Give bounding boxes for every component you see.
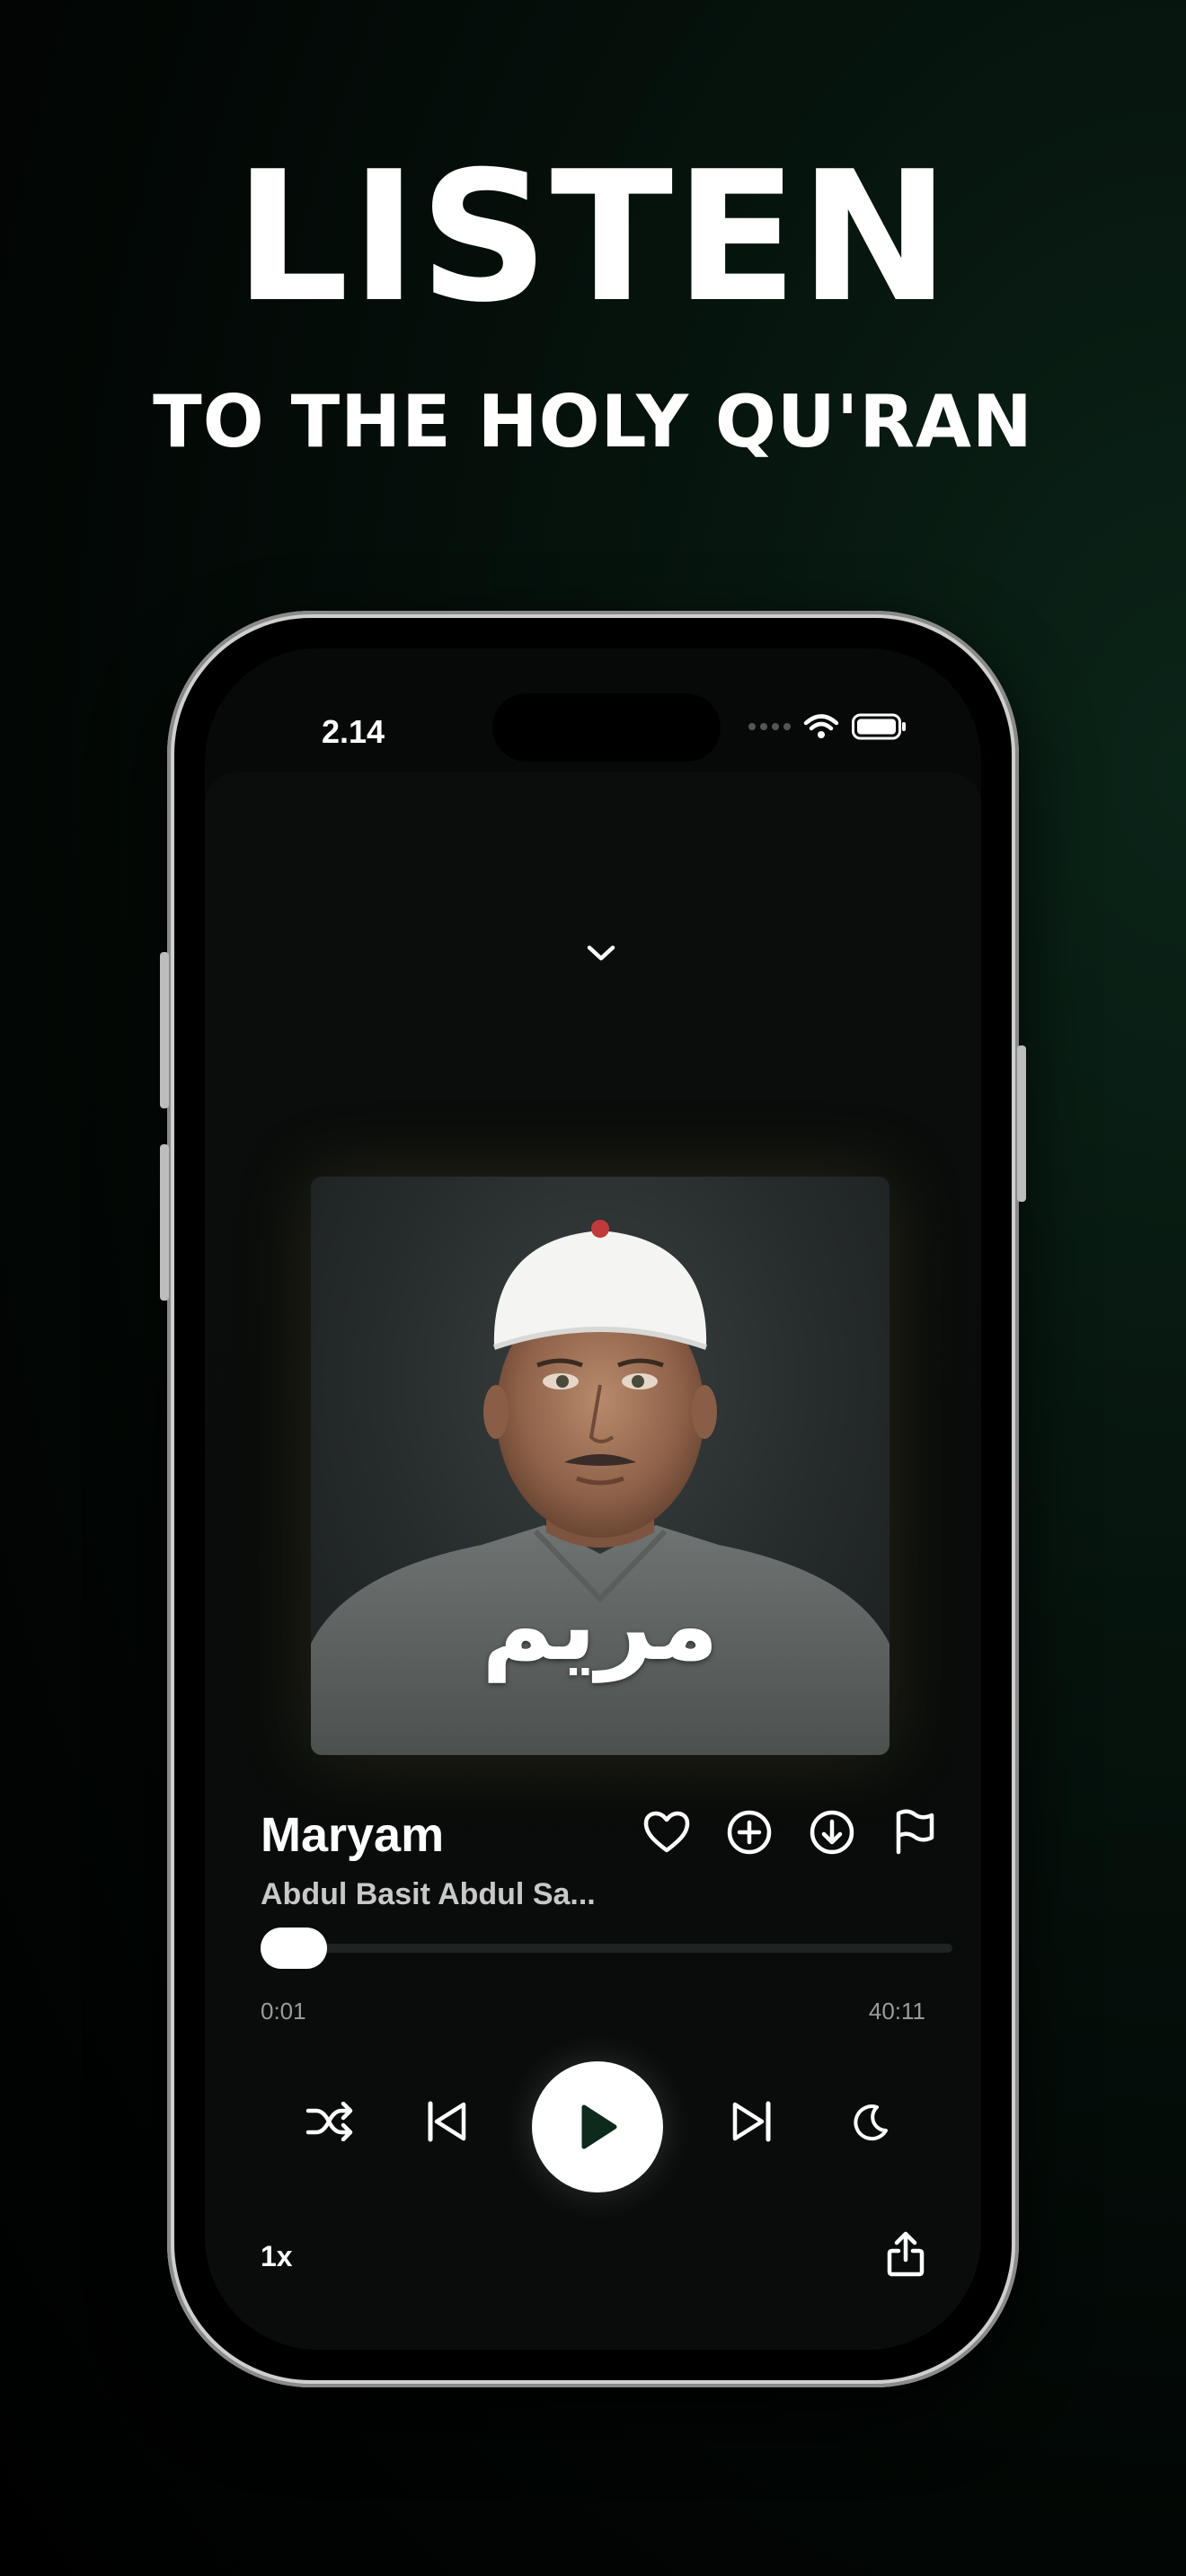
favorite-button[interactable] — [640, 1805, 694, 1859]
power-button — [1017, 1045, 1026, 1202]
dynamic-island — [492, 693, 721, 762]
track-actions — [640, 1805, 942, 1859]
previous-button[interactable] — [424, 2099, 469, 2144]
wifi-icon — [803, 714, 839, 738]
phone-bezel: 2.14 مريم Maryam Abdul Basit Abdul Sa...… — [174, 618, 1012, 2380]
promo-subline: TO THE HOLY QU'RAN — [153, 380, 1033, 463]
progress-track[interactable] — [261, 1944, 952, 1953]
sleep-timer-button[interactable] — [850, 2104, 890, 2143]
chevron-down-icon — [587, 945, 615, 961]
volume-down-button — [160, 1144, 169, 1301]
play-icon — [581, 2104, 617, 2149]
shuffle-icon — [305, 2102, 353, 2141]
track-title: Maryam — [261, 1808, 445, 1862]
download-button[interactable] — [805, 1805, 859, 1859]
battery-icon — [852, 713, 906, 740]
elapsed-time: 0:01 — [261, 1998, 306, 2025]
phone-mockup: 2.14 مريم Maryam Abdul Basit Abdul Sa...… — [160, 611, 1026, 2387]
track-artist[interactable]: Abdul Basit Abdul Sa... — [261, 1877, 596, 1912]
playback-speed-button[interactable]: 1x — [261, 2240, 293, 2273]
volume-up-button — [160, 952, 169, 1108]
total-duration: 40:11 — [868, 1998, 925, 2025]
flag-icon — [896, 1809, 934, 1855]
next-icon — [732, 2101, 771, 2142]
add-to-playlist-button[interactable] — [722, 1805, 776, 1859]
share-button[interactable] — [886, 2231, 925, 2282]
download-circle-icon — [810, 1810, 854, 1855]
previous-icon — [428, 2101, 466, 2142]
now-playing-sheet: مريم Maryam Abdul Basit Abdul Sa... 0:01… — [205, 772, 981, 2350]
status-time: 2.14 — [322, 713, 385, 750]
surah-calligraphy: مريم — [481, 1567, 720, 1682]
add-circle-icon — [727, 1810, 772, 1855]
report-button[interactable] — [888, 1805, 942, 1859]
share-icon — [887, 2231, 925, 2277]
promo-headline: LISTEN — [234, 133, 952, 342]
screen: 2.14 مريم Maryam Abdul Basit Abdul Sa...… — [205, 648, 981, 2350]
play-button[interactable] — [532, 2061, 663, 2192]
shuffle-button[interactable] — [305, 2102, 356, 2141]
status-icons — [748, 713, 907, 740]
album-artwork: مريم — [311, 1177, 890, 1755]
sleep-timer-icon — [854, 2104, 888, 2141]
progress-thumb[interactable] — [261, 1928, 327, 1969]
next-button[interactable] — [730, 2099, 774, 2144]
heart-icon — [643, 1811, 690, 1853]
collapse-button[interactable] — [586, 943, 616, 967]
signal-icon — [748, 723, 791, 730]
